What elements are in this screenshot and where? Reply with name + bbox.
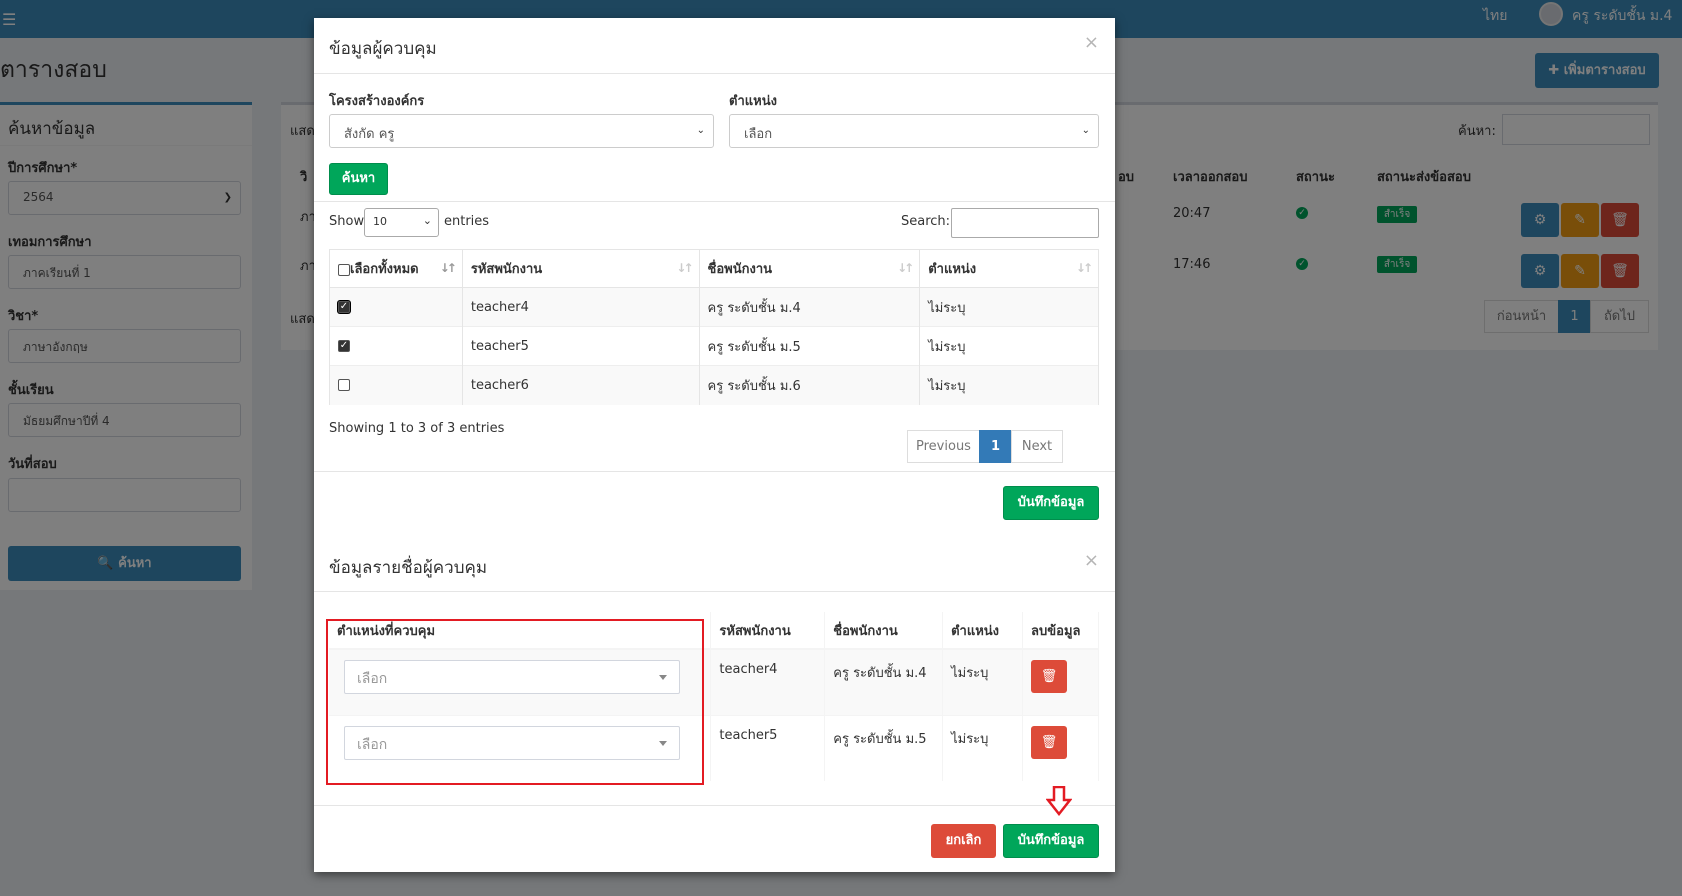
delete-cell: 🗑 [1022, 648, 1099, 715]
column-header-employee-name: ชื่อพนักงาน [824, 612, 944, 650]
employee-position: ไม่ระบุ [919, 326, 1099, 366]
position-select[interactable]: เลือก ⌄ [729, 114, 1099, 148]
row-checkbox[interactable]: ✓ [338, 301, 350, 313]
column-header-position[interactable]: ตำแหน่ง ↓↑ [919, 249, 1099, 288]
employee-id: teacher4 [710, 648, 826, 715]
position-label: ตำแหน่ง [729, 94, 777, 109]
column-header-delete: ลบข้อมูล [1022, 612, 1099, 650]
trash-icon: 🗑 [1040, 734, 1058, 750]
close-icon[interactable]: × [1084, 32, 1099, 53]
position-header: ตำแหน่ง [928, 262, 977, 277]
chevron-down-icon: ⌄ [696, 125, 705, 136]
modal-title: ข้อมูลผู้ควบคุม [329, 39, 437, 59]
search-label: Search: [901, 214, 951, 229]
highlight-frame [326, 619, 704, 785]
employee-name: ครู ระดับชั้น ม.5 [698, 326, 921, 366]
modal-search-button[interactable]: ค้นหา [329, 163, 388, 195]
delete-row-button[interactable]: 🗑 [1031, 660, 1068, 693]
employee-name-header: ชื่อพนักงาน [707, 262, 773, 277]
trash-icon: 🗑 [1040, 669, 1058, 684]
employee-table: เลือกทั้งหมด ↓↑ รหัสพนักงาน ↓↑ ชื่อพนักงาน… [329, 249, 1099, 405]
divider [314, 73, 1115, 74]
column-header-position: ตำแหน่ง [942, 612, 1024, 650]
employee-position: ไม่ระบุ [919, 365, 1099, 405]
table-row: teacher6 ครู ระดับชั้น ม.6 ไม่ระบุ [329, 365, 1099, 405]
delete-row-button[interactable]: 🗑 [1031, 725, 1068, 759]
select-all-checkbox[interactable] [338, 263, 350, 276]
org-select[interactable]: สังกัด ครู ⌄ [329, 114, 714, 148]
table-info: Showing 1 to 3 of 3 entries [329, 421, 505, 436]
sort-icon: ↓↑ [897, 261, 914, 275]
pager-page-1[interactable]: 1 [979, 430, 1012, 463]
chevron-down-icon: ⌄ [422, 214, 432, 227]
column-header-employee-id: รหัสพนักงาน [710, 612, 826, 650]
delete-cell: 🗑 [1022, 714, 1099, 781]
page-length-value: 10 [373, 215, 387, 228]
list-title: ข้อมูลรายชื่อผู้ควบคุม [329, 558, 488, 578]
employee-id: teacher5 [461, 326, 700, 366]
checkbox-cell: ✓ [329, 326, 463, 366]
save-button[interactable]: บันทึกข้อมูล [1003, 486, 1099, 520]
employee-name: ครู ระดับชั้น ม.4 [698, 287, 921, 327]
sort-icon: ↓↑ [439, 261, 457, 275]
cancel-button[interactable]: ยกเลิก [931, 824, 996, 858]
employee-name: ครู ระดับชั้น ม.6 [698, 365, 921, 405]
search-input[interactable] [951, 208, 1099, 238]
pager-previous[interactable]: Previous [907, 430, 980, 463]
select-all-label: เลือกทั้งหมด [350, 262, 419, 277]
row-checkbox[interactable]: ✓ [338, 340, 350, 352]
divider [314, 591, 1115, 592]
column-header-employee-name[interactable]: ชื่อพนักงาน ↓↑ [698, 249, 921, 288]
employee-id: teacher5 [710, 714, 826, 781]
employee-id: teacher4 [461, 287, 700, 327]
arrow-down-icon [1046, 786, 1072, 816]
employee-name: ครู ระดับชั้น ม.5 [824, 714, 944, 781]
sort-icon: ↓↑ [676, 261, 693, 275]
employee-id: teacher6 [461, 365, 700, 405]
entries-label: entries [444, 214, 490, 229]
employee-id-header: รหัสพนักงาน [470, 262, 543, 277]
divider [314, 471, 1115, 472]
employee-position: ไม่ระบุ [942, 714, 1024, 781]
divider [314, 805, 1115, 806]
table-row: ✓ teacher5 ครู ระดับชั้น ม.5 ไม่ระบุ [329, 326, 1099, 366]
position-value: เลือก [744, 127, 773, 142]
org-label: โครงสร้างองค์กร [329, 94, 425, 109]
sort-icon: ↓↑ [1075, 261, 1093, 275]
show-label: Show [329, 214, 365, 229]
employee-position: ไม่ระบุ [942, 648, 1024, 715]
final-save-button[interactable]: บันทึกข้อมูล [1003, 824, 1099, 858]
checkbox-cell [329, 365, 463, 405]
row-checkbox[interactable] [338, 379, 350, 392]
pager-next[interactable]: Next [1011, 430, 1063, 463]
divider [314, 201, 1115, 202]
org-value: สังกัด ครู [344, 127, 395, 142]
employee-position: ไม่ระบุ [919, 287, 1099, 327]
chevron-down-icon: ⌄ [1081, 125, 1090, 136]
table-row: ✓ teacher4 ครู ระดับชั้น ม.4 ไม่ระบุ [329, 287, 1099, 327]
column-header-select-all[interactable]: เลือกทั้งหมด ↓↑ [329, 249, 463, 288]
employee-name: ครู ระดับชั้น ม.4 [824, 648, 944, 715]
column-header-employee-id[interactable]: รหัสพนักงาน ↓↑ [461, 249, 700, 288]
close-icon[interactable]: × [1084, 550, 1099, 571]
checkbox-cell: ✓ [329, 287, 463, 327]
page-length-select[interactable]: 10 ⌄ [364, 208, 439, 237]
